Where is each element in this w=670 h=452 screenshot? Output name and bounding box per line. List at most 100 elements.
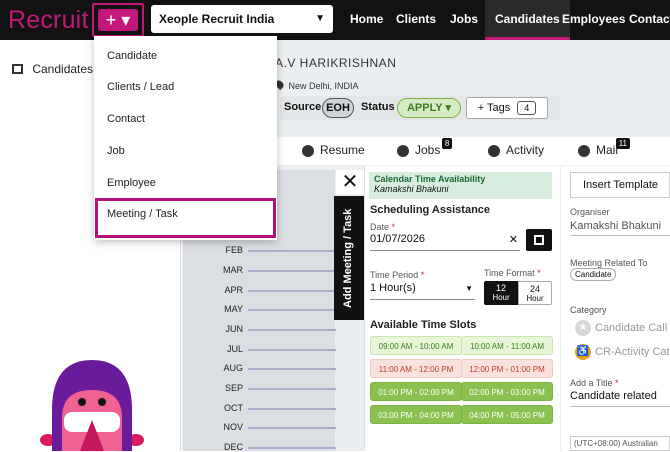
tab-jobs[interactable]: Jobs 8 (397, 138, 453, 157)
date-value: 01/07/2026 (370, 233, 426, 245)
title-input[interactable]: Candidate related (570, 390, 670, 407)
tab-label: Activity (506, 143, 545, 157)
sidebar-item-label: Candidates (32, 62, 94, 76)
format-unit: Hour (526, 294, 544, 303)
time-slot[interactable]: 11:00 AM - 12:00 PM (370, 359, 462, 378)
month-bar (248, 270, 336, 272)
time-slot[interactable]: 10:00 AM - 11:00 AM (461, 336, 553, 355)
status-label: Status (361, 101, 395, 113)
history-icon (488, 144, 500, 157)
available-time-slots-title: Available Time Slots (370, 319, 477, 331)
month-label: JUN (225, 324, 244, 334)
menu-item-candidate[interactable]: Candidate (107, 50, 157, 62)
quick-add-button[interactable]: + ▾ (98, 9, 138, 31)
tab-mail[interactable]: Mail 11 (578, 138, 631, 157)
month-label: APR (224, 285, 243, 295)
time-slot[interactable]: 12:00 PM - 01:00 PM (461, 359, 553, 378)
menu-item-job[interactable]: Job (107, 145, 125, 157)
calendar-availability-notice: Calendar Time Availability Kamakshi Bhak… (369, 172, 552, 199)
status-dropdown[interactable]: APPLY ▾ (397, 98, 461, 118)
month-label: OCT (224, 403, 243, 413)
close-panel-button[interactable]: ✕ (336, 170, 364, 194)
month-bar (248, 329, 336, 331)
month-label: AUG (223, 363, 243, 373)
plus-icon: + (477, 102, 487, 114)
month-label: MAY (224, 304, 243, 314)
month-bar (248, 349, 336, 351)
quick-add-button-frame[interactable]: + ▾ (92, 3, 144, 37)
time-period-value: 1 Hour(s) (370, 282, 416, 294)
tab-label: Jobs (415, 143, 441, 157)
chevron-down-icon: ▼ (465, 284, 473, 293)
tab-label: Mail (596, 143, 619, 157)
clear-icon[interactable]: ✕ (509, 233, 518, 246)
time-slot[interactable]: 02:00 PM - 03:00 PM (461, 382, 553, 401)
nav-candidates[interactable]: Candidates (485, 0, 570, 40)
top-navbar: Recruit + ▾ Xeople Recruit India ▼ Home … (0, 0, 670, 40)
briefcase-icon (397, 144, 409, 157)
category-option-label: CR-Activity Category (595, 345, 670, 358)
month-bar (248, 309, 336, 311)
tags-button[interactable]: + Tags 4 (466, 97, 548, 119)
timezone-select[interactable]: (UTC+08:00) Australian (570, 436, 670, 451)
calendar-availability-person: Kamakshi Bhakuni (374, 184, 449, 194)
month-bar (248, 290, 336, 292)
menu-item-contact[interactable]: Contact (107, 113, 145, 125)
menu-item-clients-lead[interactable]: Clients / Lead (107, 81, 174, 93)
time-period-select[interactable]: 1 Hour(s) ▼ (370, 282, 475, 300)
date-input[interactable]: 01/07/2026 ✕ (370, 233, 520, 251)
organiser-label: Organiser (570, 207, 610, 217)
add-meeting-task-tab[interactable]: Add Meeting / Task (334, 196, 364, 320)
format-unit: Hour (492, 293, 510, 302)
time-format-label: Time Format * (484, 268, 541, 278)
source-badge[interactable]: EOH (322, 98, 354, 118)
mail-icon (578, 144, 590, 157)
tags-count-badge: 4 (517, 101, 537, 115)
category-label: Category (570, 305, 607, 315)
time-slot[interactable]: 01:00 PM - 02:00 PM (370, 382, 462, 401)
month-label: JUL (226, 344, 243, 354)
organization-select[interactable]: Xeople Recruit India ▼ (151, 5, 333, 33)
jobs-count-badge: 8 (441, 138, 453, 149)
location-text: New Delhi, INDIA (288, 81, 359, 91)
insert-template-button[interactable]: Insert Template (570, 172, 670, 198)
category-option-candidate-call[interactable]: ★ Candidate Call (575, 320, 670, 336)
app-logo[interactable]: Recruit (8, 6, 89, 35)
related-to-chip[interactable]: Candidate (570, 268, 617, 281)
star-icon: ★ (575, 320, 591, 336)
format-24-hour-button[interactable]: 24 Hour (518, 281, 552, 305)
nav-clients[interactable]: Clients (396, 0, 436, 40)
tags-label: Tags (486, 102, 511, 114)
nav-home[interactable]: Home (350, 0, 383, 40)
month-label: MAR (223, 265, 243, 275)
side-tab-label: Add Meeting / Task (342, 208, 354, 308)
date-label: Date * (370, 222, 396, 232)
tab-activity[interactable]: Activity (488, 143, 544, 157)
sidebar-item-candidates[interactable]: Candidates (12, 62, 93, 76)
nav-employees[interactable]: Employees (562, 0, 625, 40)
tab-resume[interactable]: Resume (302, 143, 365, 157)
time-slot[interactable]: 03:00 PM - 04:00 PM (370, 405, 462, 424)
nav-jobs[interactable]: Jobs (450, 0, 478, 40)
month-bar (248, 427, 336, 429)
organiser-value: Kamakshi Bhakuni (570, 220, 670, 236)
candidate-location: New Delhi, INDIA (273, 78, 359, 91)
list-icon (12, 64, 23, 74)
month-label: SEP (224, 383, 243, 393)
format-12-hour-button[interactable]: 12 Hour (484, 281, 518, 305)
calendar-button[interactable] (526, 229, 552, 251)
month-bar (248, 447, 336, 449)
time-slot[interactable]: 04:00 PM - 05:00 PM (461, 405, 553, 424)
category-option-cr-activity[interactable]: ♿ CR-Activity Category (575, 344, 670, 360)
meeting-related-to-label: Meeting Related To (570, 258, 648, 268)
chevron-down-icon: ▾ (445, 102, 452, 114)
month-bar (248, 250, 336, 252)
nav-contacts[interactable]: Contacts (629, 0, 670, 40)
resume-icon (302, 144, 314, 157)
scheduling-assistance-title: Scheduling Assistance (370, 204, 491, 216)
month-bar (248, 408, 336, 410)
month-label: NOV (223, 422, 243, 432)
menu-item-employee[interactable]: Employee (107, 177, 156, 189)
time-slot[interactable]: 09:00 AM - 10:00 AM (370, 336, 462, 355)
source-label: Source (284, 101, 322, 113)
